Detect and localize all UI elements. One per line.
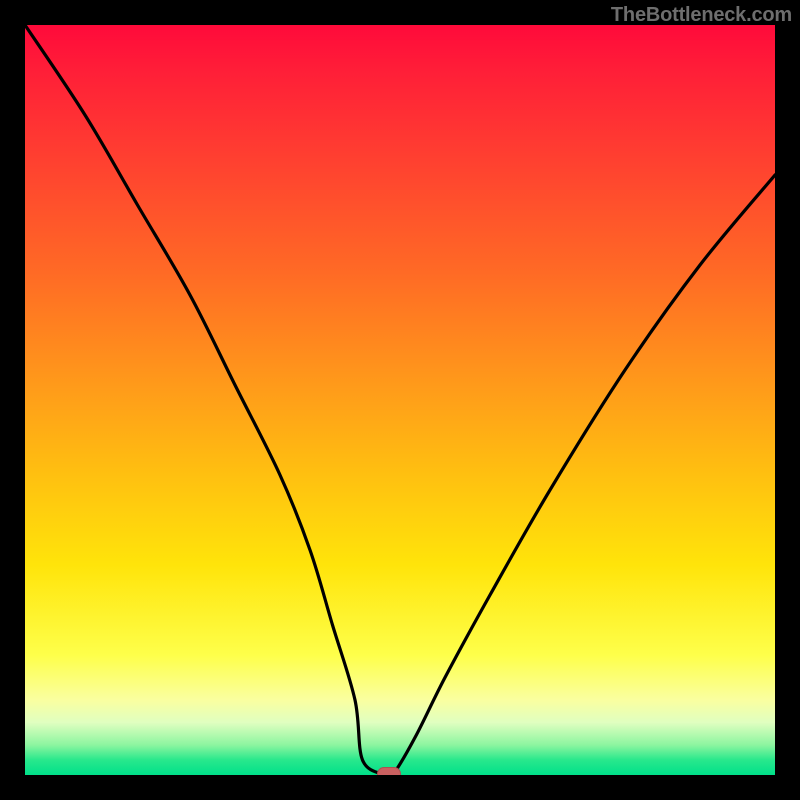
chart-frame: TheBottleneck.com (0, 0, 800, 800)
gradient-background (25, 25, 775, 775)
watermark-text: TheBottleneck.com (611, 4, 792, 27)
plot-area (25, 25, 775, 775)
minimum-marker (377, 767, 401, 775)
